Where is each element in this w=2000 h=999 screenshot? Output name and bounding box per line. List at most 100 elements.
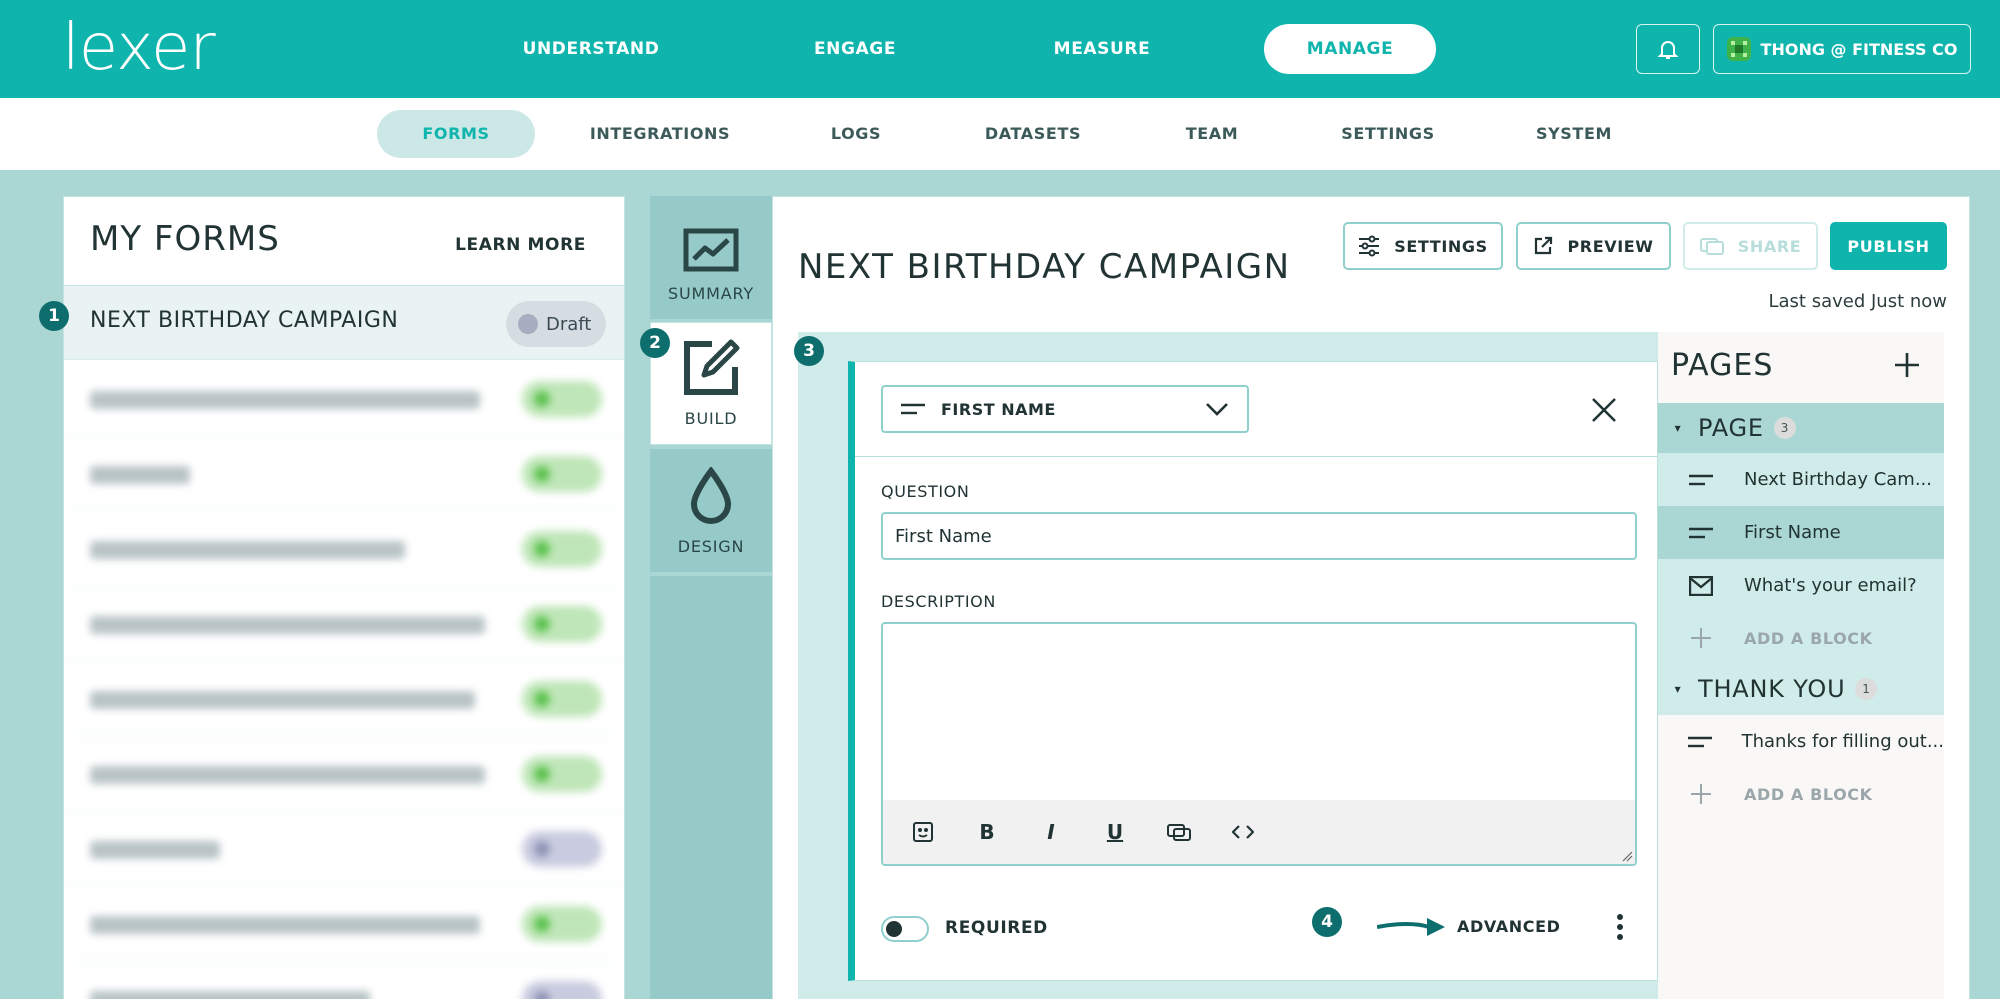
step-marker-2: 2 [640, 328, 670, 358]
advanced-button[interactable]: ADVANCED [1457, 917, 1561, 936]
arrow-right-icon [1377, 918, 1445, 936]
form-name: NEXT BIRTHDAY CAMPAIGN [90, 308, 399, 333]
block-type-select[interactable]: FIRST NAME [881, 385, 1249, 433]
section-count-badge: 3 [1773, 417, 1796, 439]
link-icon[interactable] [1163, 816, 1195, 848]
subnav-settings[interactable]: SETTINGS [1341, 98, 1434, 170]
preview-button[interactable]: PREVIEW [1516, 222, 1671, 270]
draft-status-badge: Draft [506, 301, 606, 347]
short-text-icon [1689, 527, 1713, 538]
top-navigation-bar: lexer UNDERSTAND ENGAGE MEASURE MANAGE T… [0, 0, 2000, 98]
list-item[interactable] [64, 736, 624, 811]
subnav-forms[interactable]: FORMS [377, 110, 535, 158]
question-input[interactable] [881, 512, 1637, 560]
add-block-label: ADD A BLOCK [1744, 628, 1873, 648]
page-block-item[interactable]: What's your email? [1658, 559, 1944, 612]
sliders-icon [1359, 235, 1380, 257]
settings-button[interactable]: SETTINGS [1343, 222, 1503, 270]
share-icon [1699, 238, 1724, 255]
page-block-item[interactable]: Next Birthday Cam... [1658, 453, 1944, 506]
publish-label: PUBLISH [1847, 236, 1930, 256]
email-icon [1689, 575, 1713, 596]
share-label: SHARE [1737, 236, 1802, 256]
form-list-item-active[interactable]: NEXT BIRTHDAY CAMPAIGN Draft [64, 286, 624, 360]
emoji-icon[interactable] [907, 816, 939, 848]
more-options-icon[interactable] [1615, 912, 1625, 942]
page-section-thank-you[interactable]: ▾ THANK YOU 1 [1658, 664, 1944, 714]
subnav-team[interactable]: TEAM [1186, 98, 1239, 170]
block-type-label: FIRST NAME [941, 399, 1056, 419]
section-count-badge: 1 [1855, 678, 1878, 700]
list-item[interactable] [64, 586, 624, 661]
list-item[interactable] [64, 436, 624, 511]
add-block-button[interactable]: ADD A BLOCK [1658, 768, 1944, 820]
list-item[interactable] [64, 661, 624, 736]
collapse-icon[interactable]: ▾ [1658, 421, 1698, 435]
page-title: NEXT BIRTHDAY CAMPAIGN [798, 247, 1291, 287]
close-icon[interactable] [1591, 397, 1617, 423]
short-text-icon [901, 403, 925, 415]
my-forms-title: MY FORMS [90, 219, 280, 259]
block-label: Next Birthday Cam... [1744, 469, 1932, 490]
pages-title: PAGES [1671, 348, 1774, 383]
resize-handle-icon[interactable] [1621, 850, 1633, 862]
page-block-item[interactable]: Thanks for filling out... [1658, 715, 1944, 768]
tab-build-label: BUILD [684, 409, 738, 428]
publish-button[interactable]: PUBLISH [1830, 222, 1947, 270]
add-block-button[interactable]: ADD A BLOCK [1658, 612, 1944, 664]
notifications-button[interactable] [1636, 24, 1700, 74]
subnav-logs[interactable]: LOGS [831, 98, 881, 170]
description-editor[interactable]: B I U [881, 622, 1637, 866]
nav-measure[interactable]: MEASURE [1054, 0, 1151, 98]
tab-design[interactable]: DESIGN [650, 449, 772, 572]
edit-icon [684, 339, 740, 395]
step-marker-3: 3 [794, 336, 824, 366]
section-name: THANK YOU [1698, 675, 1846, 703]
add-block-label: ADD A BLOCK [1744, 784, 1873, 804]
status-dot-icon [518, 314, 538, 334]
share-button[interactable]: SHARE [1683, 222, 1818, 270]
subnav-system[interactable]: SYSTEM [1536, 98, 1612, 170]
block-editor-area: FIRST NAME QUESTION DESCRIPTION B I U [798, 332, 1658, 999]
external-link-icon [1535, 236, 1553, 255]
my-forms-panel: MY FORMS LEARN MORE NEXT BIRTHDAY CAMPAI… [63, 196, 625, 999]
subnav-integrations[interactable]: INTEGRATIONS [590, 98, 730, 170]
block-label: What's your email? [1744, 575, 1917, 596]
bold-icon[interactable]: B [971, 816, 1003, 848]
add-page-icon[interactable] [1894, 352, 1920, 378]
card-divider [855, 456, 1657, 457]
collapse-icon[interactable]: ▾ [1658, 682, 1698, 696]
required-toggle[interactable] [881, 916, 929, 942]
lexer-logo[interactable]: lexer [62, 16, 216, 80]
nav-understand[interactable]: UNDERSTAND [523, 0, 660, 98]
nav-manage[interactable]: MANAGE [1264, 24, 1436, 74]
tab-summary[interactable]: SUMMARY [650, 196, 772, 319]
chart-icon [683, 228, 739, 272]
settings-label: SETTINGS [1394, 236, 1488, 256]
tab-design-label: DESIGN [677, 537, 745, 556]
user-account-button[interactable]: THONG @ FITNESS CO [1713, 24, 1971, 74]
list-item[interactable] [64, 886, 624, 961]
list-item[interactable] [64, 961, 624, 999]
underline-icon[interactable]: U [1099, 816, 1131, 848]
preview-label: PREVIEW [1567, 236, 1654, 256]
sub-navigation-bar: FORMS INTEGRATIONS LOGS DATASETS TEAM SE… [0, 98, 2000, 170]
list-item[interactable] [64, 511, 624, 586]
chevron-down-icon [1206, 403, 1228, 416]
page-section-page[interactable]: ▾ PAGE 3 [1658, 403, 1944, 453]
block-label: First Name [1744, 522, 1841, 543]
tab-filler [650, 576, 772, 999]
pixel-avatar-icon [1726, 37, 1751, 61]
block-label: Thanks for filling out... [1741, 731, 1944, 752]
code-icon[interactable] [1227, 816, 1259, 848]
description-label: DESCRIPTION [881, 592, 996, 611]
learn-more-link[interactable]: LEARN MORE [455, 235, 586, 255]
subnav-datasets[interactable]: DATASETS [985, 98, 1081, 170]
page-block-item-selected[interactable]: First Name [1658, 506, 1944, 559]
italic-icon[interactable]: I [1035, 816, 1067, 848]
nav-engage[interactable]: ENGAGE [814, 0, 896, 98]
list-item[interactable] [64, 811, 624, 886]
plus-icon [1691, 628, 1711, 648]
step-marker-1: 1 [39, 301, 69, 331]
list-item[interactable] [64, 361, 624, 436]
